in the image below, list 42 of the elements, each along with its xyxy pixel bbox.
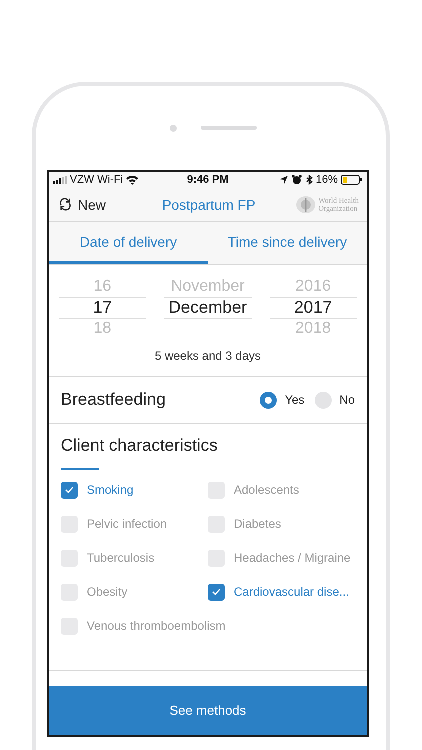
option-label: Yes [285, 393, 305, 407]
signal-icon [53, 176, 67, 184]
clock-text: 9:46 PM [187, 174, 229, 186]
tab[interactable]: Time since delivery [208, 222, 367, 264]
battery-text: 16% [316, 174, 338, 186]
tab[interactable]: Date of delivery [49, 222, 208, 264]
bluetooth-icon [304, 175, 313, 185]
checkbox-label: Smoking [87, 483, 134, 497]
section-title: Client characteristics [61, 436, 218, 455]
new-button[interactable]: New [59, 196, 149, 212]
carrier-text: VZW Wi-Fi [70, 174, 124, 186]
checkbox-label: Tuberculosis [87, 551, 155, 565]
picker-item[interactable]: 2017 [270, 297, 357, 319]
speaker-icon [200, 126, 256, 130]
checkbox-label: Cardiovascular dise... [234, 585, 350, 599]
picker-item[interactable]: December [164, 297, 252, 319]
checkbox-label: Adolescents [234, 483, 300, 497]
checkbox-label: Pelvic infection [87, 517, 168, 531]
radio-button[interactable] [260, 392, 278, 408]
radio-button[interactable] [314, 392, 332, 408]
picker-item[interactable]: 17 [59, 297, 146, 319]
checkbox-label: Diabetes [234, 517, 282, 531]
checkbox[interactable] [61, 482, 78, 498]
camera-icon [170, 124, 176, 132]
check-icon [212, 588, 221, 596]
battery-icon [340, 175, 363, 185]
checkbox-label: Venous thromboembolism [87, 619, 226, 633]
title-underline [61, 468, 99, 470]
emblem-icon [296, 196, 316, 214]
check-icon [65, 486, 74, 494]
checkbox-label: Obesity [87, 585, 128, 599]
option-label: No [340, 393, 355, 407]
refresh-icon [59, 198, 72, 211]
duration-text: 5 weeks and 3 days [154, 349, 262, 363]
checkbox-label: Headaches / Migraine [234, 551, 351, 565]
section-label: Breastfeeding [61, 390, 166, 410]
screen-title: Postpartum FP [162, 196, 256, 212]
wifi-icon [126, 175, 140, 185]
alarm-icon [292, 175, 302, 185]
see-methods-button[interactable]: See methods [49, 686, 367, 735]
location-icon [278, 175, 289, 185]
checkbox[interactable] [208, 584, 225, 600]
